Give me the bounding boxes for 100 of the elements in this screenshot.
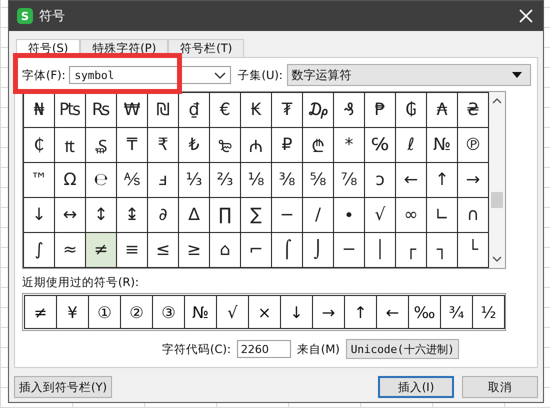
encoding-dropdown[interactable]: Unicode(十六进制) <box>346 339 460 359</box>
symbol-cell[interactable]: ₰ <box>334 93 365 128</box>
symbol-cell[interactable]: ⅍ <box>117 163 148 198</box>
symbol-cell[interactable]: ⅛ <box>241 163 272 198</box>
recent-symbol-cell[interactable]: № <box>184 295 217 329</box>
symbol-cell[interactable]: № <box>427 128 458 163</box>
symbol-cell[interactable]: ₷ <box>86 128 117 163</box>
symbol-cell[interactable]: ∂ <box>148 198 179 233</box>
symbol-cell[interactable]: ⅓ <box>179 163 210 198</box>
symbol-cell[interactable]: ⌡ <box>303 233 334 268</box>
symbol-cell[interactable]: ┐ <box>427 233 458 268</box>
recent-symbol-cell[interactable]: ↑ <box>344 295 377 329</box>
symbol-cell[interactable]: ∕ <box>303 198 334 233</box>
symbol-cell[interactable]: ₩ <box>117 93 148 128</box>
symbol-cell[interactable]: ≡ <box>117 233 148 268</box>
symbol-cell[interactable]: ₨ <box>86 93 117 128</box>
recent-symbol-cell[interactable]: ② <box>120 295 153 329</box>
symbol-cell[interactable]: ₺ <box>179 128 210 163</box>
symbol-cell[interactable]: ↑ <box>427 163 458 198</box>
recent-symbol-cell[interactable]: ← <box>376 295 409 329</box>
symbol-cell[interactable]: ↓ <box>24 198 55 233</box>
symbol-cell[interactable]: ₧ <box>55 93 86 128</box>
symbol-cell[interactable]: ∟ <box>427 198 458 233</box>
symbol-cell[interactable]: ≤ <box>148 233 179 268</box>
symbol-cell[interactable]: ₵ <box>24 128 55 163</box>
symbol-cell[interactable]: ₳ <box>427 93 458 128</box>
recent-symbol-cell[interactable]: √ <box>216 295 249 329</box>
symbol-cell[interactable]: ₮ <box>272 93 303 128</box>
scroll-up-icon[interactable] <box>492 98 502 104</box>
char-code-field[interactable]: 2260 <box>236 340 291 358</box>
tab[interactable]: 符号栏(T) <box>168 39 244 57</box>
symbol-cell[interactable]: ┌ <box>396 233 427 268</box>
symbol-cell[interactable]: ₶ <box>55 128 86 163</box>
symbol-cell[interactable]: ← <box>396 163 427 198</box>
symbol-cell[interactable]: ─ <box>334 233 365 268</box>
symbol-cell[interactable]: ∫ <box>24 233 55 268</box>
subset-dropdown[interactable]: 数字运算符 <box>286 64 531 86</box>
symbol-cell[interactable]: ⌠ <box>272 233 303 268</box>
symbol-cell[interactable]: ₪ <box>148 93 179 128</box>
symbol-cell[interactable]: ⌂ <box>210 233 241 268</box>
chevron-down-icon <box>214 72 226 78</box>
recent-symbol-cell[interactable]: ① <box>88 295 121 329</box>
recent-symbol-cell[interactable]: ③ <box>152 295 185 329</box>
symbol-cell[interactable]: ⅝ <box>303 163 334 198</box>
font-combo-box[interactable]: symbol <box>69 66 232 84</box>
insert-to-bar-button[interactable]: 插入到符号栏(Y) <box>14 376 112 398</box>
symbol-cell[interactable]: ⌐ <box>241 233 272 268</box>
symbol-cell[interactable]: ₱ <box>365 93 396 128</box>
symbol-cell[interactable]: − <box>272 198 303 233</box>
symbol-cell[interactable]: ∙ <box>334 198 365 233</box>
symbol-cell[interactable]: ₦ <box>24 93 55 128</box>
symbol-cell[interactable]: ₸ <box>117 128 148 163</box>
symbol-cell[interactable]: ∆ <box>179 198 210 233</box>
recent-symbol-cell[interactable]: → <box>312 295 345 329</box>
symbol-cell[interactable]: │ <box>365 233 396 268</box>
window-title: 符号 <box>39 8 65 25</box>
symbol-cell[interactable]: ₹ <box>148 128 179 163</box>
symbol-cell[interactable]: ⅞ <box>334 163 365 198</box>
recent-symbol-cell[interactable]: × <box>248 295 281 329</box>
symbol-cell[interactable]: ↨ <box>117 198 148 233</box>
caret-down-icon <box>512 72 522 78</box>
symbol-cell[interactable]: ₲ <box>396 93 427 128</box>
symbol-cell[interactable]: ™ <box>24 163 55 198</box>
symbol-cell[interactable]: ∏ <box>210 198 241 233</box>
symbol-cell[interactable]: ℅ <box>365 128 396 163</box>
symbol-cell[interactable]: ↔ <box>55 198 86 233</box>
recent-symbol-cell[interactable]: ½ <box>472 295 505 329</box>
symbol-cell[interactable]: * <box>334 128 365 163</box>
symbol-cell[interactable]: ℮ <box>86 163 117 198</box>
symbol-cell[interactable]: ₫ <box>179 93 210 128</box>
symbol-cell[interactable]: Ω <box>55 163 86 198</box>
symbol-cell[interactable]: ⅎ <box>148 163 179 198</box>
recent-symbols-label: 近期使用过的符号(R): <box>22 275 140 290</box>
symbol-cell[interactable]: ₯ <box>303 93 334 128</box>
symbol-cell[interactable]: € <box>210 93 241 128</box>
recent-symbol-cell[interactable]: ‰ <box>408 295 441 329</box>
symbol-cell[interactable]: ⅜ <box>272 163 303 198</box>
symbol-cell[interactable]: ↄ <box>365 163 396 198</box>
symbol-cell[interactable]: ≠ <box>86 233 117 268</box>
symbol-cell[interactable]: ∞ <box>396 198 427 233</box>
recent-symbol-cell[interactable]: ¥ <box>56 295 89 329</box>
symbol-cell[interactable]: ₻ <box>210 128 241 163</box>
symbol-cell[interactable]: ₾ <box>303 128 334 163</box>
symbol-cell[interactable]: ℓ <box>396 128 427 163</box>
symbol-cell[interactable]: ≥ <box>179 233 210 268</box>
recent-symbol-cell[interactable]: ≠ <box>24 295 57 329</box>
symbol-cell[interactable]: √ <box>365 198 396 233</box>
insert-button[interactable]: 插入(I) <box>378 376 454 398</box>
symbol-cell[interactable]: ∑ <box>241 198 272 233</box>
scrollbar[interactable] <box>489 92 505 268</box>
cancel-button[interactable]: 取消 <box>462 376 538 398</box>
symbol-cell[interactable]: ⅔ <box>210 163 241 198</box>
symbol-cell[interactable]: ₽ <box>272 128 303 163</box>
recent-symbol-cell[interactable]: ¾ <box>440 295 473 329</box>
scroll-down-icon[interactable] <box>492 256 502 262</box>
symbol-cell[interactable]: ₼ <box>241 128 272 163</box>
close-icon[interactable] <box>519 9 533 23</box>
scroll-thumb[interactable] <box>491 192 503 208</box>
symbol-cell[interactable]: ₭ <box>241 93 272 128</box>
recent-symbol-cell[interactable]: ↓ <box>280 295 313 329</box>
